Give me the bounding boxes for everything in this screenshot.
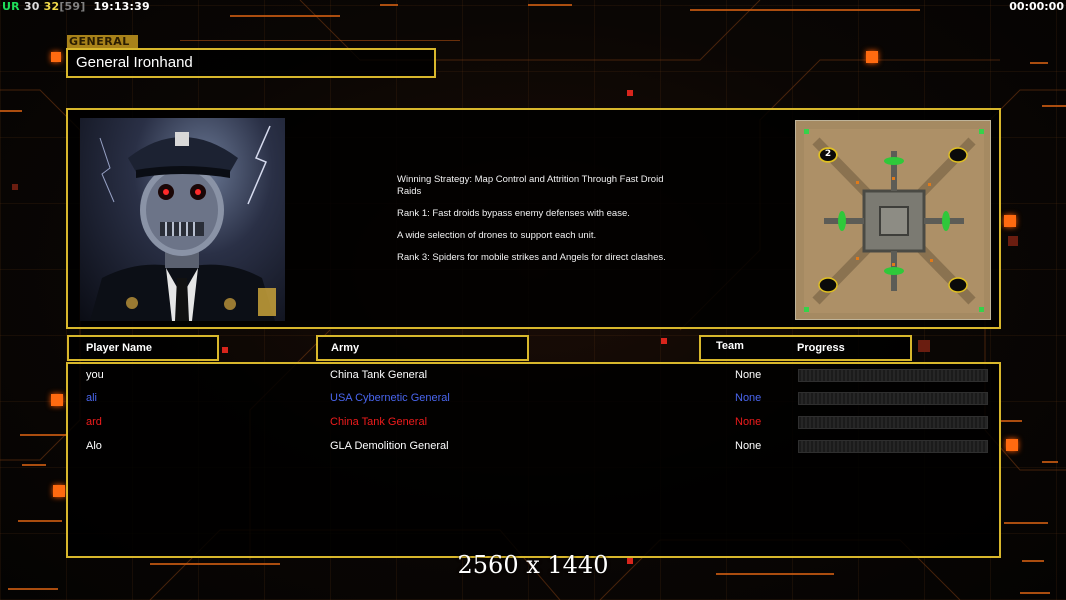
player-name: ali: [86, 392, 98, 404]
column-label-army: Army: [331, 342, 360, 354]
player-row[interactable]: ali USA Cybernetic General None: [68, 388, 999, 408]
player-name: Alo: [86, 440, 102, 452]
player-army: USA Cybernetic General: [330, 392, 450, 404]
strategy-line-1: Rank 1: Fast droids bypass enemy defense…: [397, 208, 630, 219]
general-portrait: [80, 118, 285, 321]
strategy-text: Winning Strategy: Map Control and Attrit…: [397, 174, 697, 274]
player-team: None: [735, 440, 762, 452]
player-start-marker: 2: [819, 148, 837, 162]
hud-value-a: 30: [23, 0, 40, 13]
player-army: China Tank General: [330, 369, 428, 381]
hud-value-b: 32: [43, 0, 60, 13]
column-header-team-progress[interactable]: Team Progress: [699, 335, 912, 361]
strategy-line-0: Winning Strategy: Map Control and Attrit…: [397, 174, 664, 197]
hud-ur-label: UR: [2, 0, 20, 13]
player-army: GLA Demolition General: [330, 440, 449, 452]
player-team: None: [735, 416, 762, 428]
robot-general-portrait-image: [90, 125, 276, 321]
player-name: ard: [86, 416, 102, 428]
player-progress-bar: [798, 392, 988, 405]
player-team: None: [735, 392, 762, 404]
column-label-player-name: Player Name: [86, 342, 153, 354]
general-info-panel: Winning Strategy: Map Control and Attrit…: [66, 108, 1001, 329]
column-header-army[interactable]: Army: [316, 335, 529, 361]
player-name: you: [86, 369, 104, 381]
hud-timer: 00:00:00: [1009, 0, 1064, 13]
strategy-line-2: A wide selection of drones to support ea…: [397, 230, 597, 241]
player-row[interactable]: you China Tank General None: [68, 365, 999, 385]
column-header-player-name[interactable]: Player Name: [67, 335, 219, 361]
column-label-team: Team: [716, 340, 744, 352]
players-list: you China Tank General None ali USA Cybe…: [66, 362, 1001, 558]
general-name-box: General Ironhand: [66, 48, 436, 78]
resolution-label: 2560 x 1440: [457, 551, 609, 579]
player-progress-bar: [798, 416, 988, 429]
hud-value-c: [59]: [59, 0, 86, 13]
player-progress-bar: [798, 369, 988, 382]
player-row[interactable]: Alo GLA Demolition General None: [68, 436, 999, 456]
general-tag: GENERAL: [67, 35, 138, 48]
strategy-line-3: Rank 3: Spiders for mobile strikes and A…: [397, 252, 666, 263]
player-start-number: 2: [824, 149, 832, 159]
hud-clock: 19:13:39: [93, 0, 150, 13]
column-label-progress: Progress: [797, 342, 845, 354]
player-team: None: [735, 369, 762, 381]
player-row[interactable]: ard China Tank General None: [68, 412, 999, 432]
map-preview[interactable]: 2: [795, 120, 991, 320]
hud-stats: UR 30 32[59] 19:13:39: [2, 0, 150, 13]
general-name: General Ironhand: [76, 54, 193, 71]
player-army: China Tank General: [330, 416, 428, 428]
player-progress-bar: [798, 440, 988, 453]
